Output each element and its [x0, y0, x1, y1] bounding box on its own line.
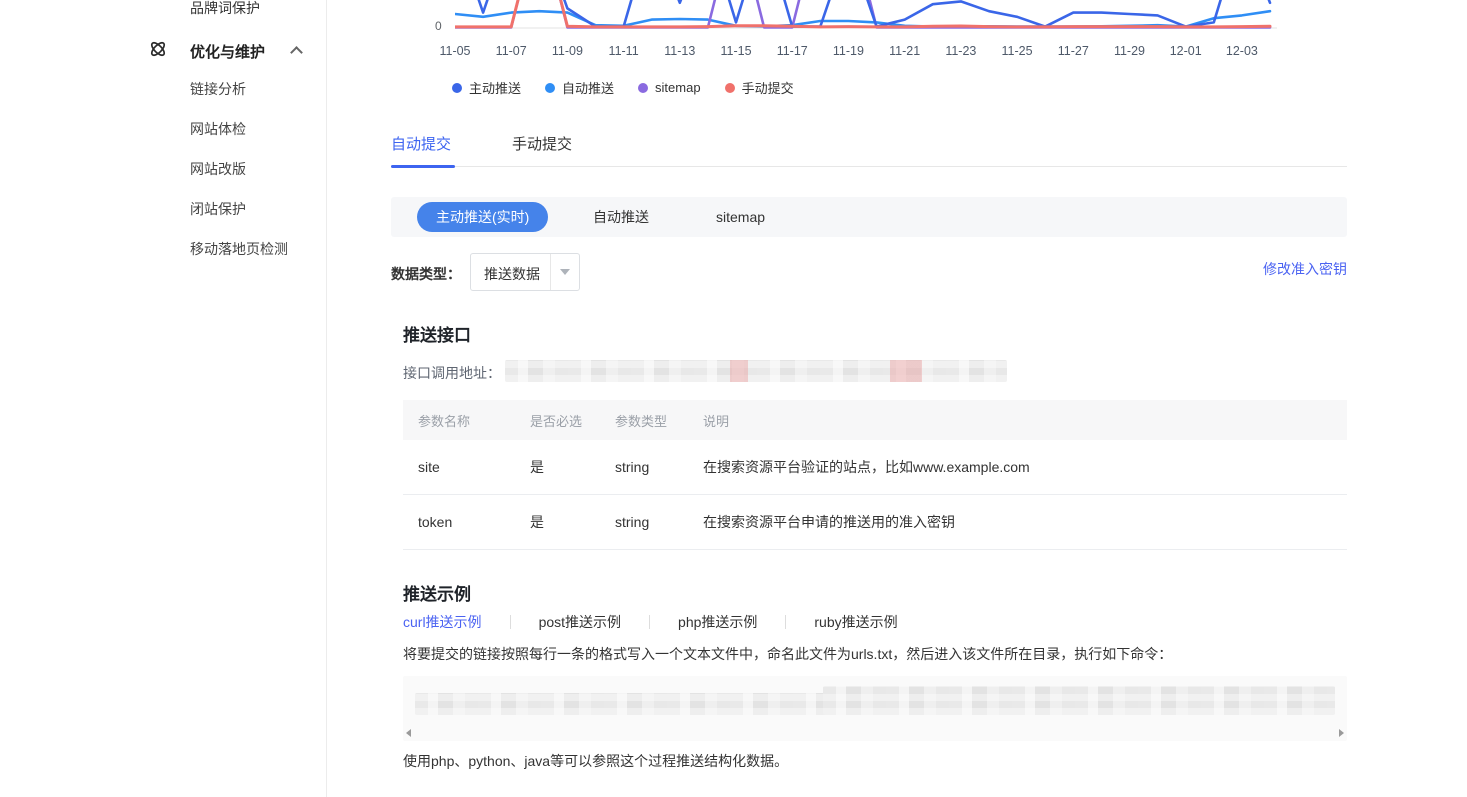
required: 是 [515, 457, 600, 477]
data-type-selected-value: 推送数据 [484, 264, 540, 284]
active-tab-underline [391, 165, 455, 168]
submission-tabs: 自动提交 手动提交 [391, 129, 1347, 167]
chart-legend: 主动推送 自动推送 sitemap 手动提交 [452, 78, 794, 97]
table-row: token 是 string 在搜索资源平台申请的推送用的准入密钥 [403, 495, 1347, 550]
legend-dot-icon [545, 83, 555, 93]
x-tick-label: 11-29 [1106, 44, 1152, 58]
sidebar-item-link-analysis[interactable]: 链接分析 [190, 79, 246, 99]
example-description: 将要提交的链接按照每行一条的格式写入一个文本文件中，命名此文件为urls.txt… [403, 644, 1172, 664]
col-param-name: 参数名称 [403, 411, 515, 430]
description: 在搜索资源平台申请的推送用的准入密钥 [688, 512, 1347, 532]
horizontal-scrollbar[interactable] [403, 727, 1347, 739]
subtab-sitemap[interactable]: sitemap [716, 197, 765, 237]
push-type-subtabs: 主动推送(实时) 自动推送 sitemap [391, 197, 1347, 237]
param-type: string [600, 459, 688, 475]
subtab-auto-push[interactable]: 自动推送 [593, 197, 649, 237]
sidebar-item-mobile-landing[interactable]: 移动落地页检测 [190, 239, 288, 259]
x-tick-label: 11-09 [544, 44, 590, 58]
x-tick-label: 11-17 [769, 44, 815, 58]
redaction-pink-patch [730, 360, 748, 382]
x-tick-label: 11-15 [713, 44, 759, 58]
param-type: string [600, 514, 688, 530]
x-tick-label: 11-07 [488, 44, 534, 58]
tab-manual-submit[interactable]: 手动提交 [512, 133, 572, 154]
tab-ruby-example[interactable]: ruby推送示例 [814, 612, 897, 632]
subtab-active-push-realtime[interactable]: 主动推送(实时) [417, 202, 548, 232]
redacted-code [823, 686, 1335, 715]
modify-access-key-link[interactable]: 修改准入密钥 [1263, 259, 1347, 279]
description: 在搜索资源平台验证的站点，比如www.example.com [688, 457, 1347, 477]
tab-separator [649, 615, 650, 629]
x-tick-label: 11-25 [994, 44, 1040, 58]
chart-x-axis: 11-05 11-07 11-09 11-11 11-13 11-15 11-17 11-19… [0, 44, 1467, 62]
legend-item[interactable]: 主动推送 [452, 78, 521, 97]
redaction-pink-patch [890, 360, 922, 382]
tab-php-example[interactable]: php推送示例 [678, 612, 757, 632]
legend-label: 手动提交 [742, 78, 794, 97]
legend-item[interactable]: 手动提交 [725, 78, 794, 97]
scroll-right-arrow-icon[interactable] [1339, 729, 1344, 737]
x-tick-label: 11-13 [657, 44, 703, 58]
sidebar-item-brand-protection[interactable]: 品牌词保护 [190, 0, 260, 18]
caret-down-icon [560, 269, 570, 275]
legend-dot-icon [638, 83, 648, 93]
tab-separator [510, 615, 511, 629]
tab-curl-example[interactable]: curl推送示例 [403, 612, 482, 632]
legend-dot-icon [725, 83, 735, 93]
x-tick-label: 11-21 [882, 44, 928, 58]
col-param-type: 参数类型 [600, 411, 688, 430]
parameter-table-header: 参数名称 是否必选 参数类型 说明 [403, 400, 1347, 440]
legend-item[interactable]: 自动推送 [545, 78, 614, 97]
sidebar-item-site-revamp[interactable]: 网站改版 [190, 159, 246, 179]
y-axis-zero-label: 0 [435, 19, 442, 33]
col-required: 是否必选 [515, 411, 600, 430]
submission-trend-chart [455, 0, 1277, 29]
tab-auto-submit[interactable]: 自动提交 [391, 133, 451, 154]
param-name: site [403, 459, 515, 475]
push-example-title: 推送示例 [403, 580, 471, 605]
legend-label: 主动推送 [469, 78, 521, 97]
tab-separator [785, 615, 786, 629]
param-name: token [403, 514, 515, 530]
x-tick-label: 11-27 [1050, 44, 1096, 58]
legend-label: 自动推送 [562, 78, 614, 97]
table-row: site 是 string 在搜索资源平台验证的站点，比如www.example… [403, 440, 1347, 495]
col-description: 说明 [688, 411, 1347, 430]
legend-label: sitemap [655, 80, 701, 95]
data-type-label: 数据类型： [391, 264, 461, 284]
data-type-select[interactable]: 推送数据 [470, 253, 580, 291]
x-tick-label: 11-19 [825, 44, 871, 58]
x-tick-label: 12-01 [1163, 44, 1209, 58]
required: 是 [515, 512, 600, 532]
example-footer-note: 使用php、python、java等可以参照这个过程推送结构化数据。 [403, 751, 788, 771]
x-tick-label: 11-23 [938, 44, 984, 58]
sidebar-item-site-closure[interactable]: 闭站保护 [190, 199, 246, 219]
sidebar-item-site-checkup[interactable]: 网站体检 [190, 119, 246, 139]
scroll-left-arrow-icon[interactable] [406, 729, 411, 737]
legend-item[interactable]: sitemap [638, 80, 701, 95]
x-tick-label: 11-05 [432, 44, 478, 58]
sidebar: 品牌词保护 优化与维护 链接分析 网站体检 网站改版 闭站保护 移动落地页检测 [0, 0, 327, 797]
legend-dot-icon [452, 83, 462, 93]
redacted-api-url [505, 360, 1007, 382]
select-caret-zone[interactable] [550, 254, 579, 290]
x-tick-label: 11-11 [601, 44, 647, 58]
push-api-title: 推送接口 [403, 321, 471, 346]
tab-post-example[interactable]: post推送示例 [539, 612, 621, 632]
example-language-tabs: curl推送示例 post推送示例 php推送示例 ruby推送示例 [403, 612, 898, 632]
example-code-block [403, 676, 1347, 741]
api-address-label: 接口调用地址： [403, 363, 501, 383]
parameter-table: 参数名称 是否必选 参数类型 说明 site 是 string 在搜索资源平台验… [403, 400, 1347, 550]
x-tick-label: 12-03 [1219, 44, 1265, 58]
